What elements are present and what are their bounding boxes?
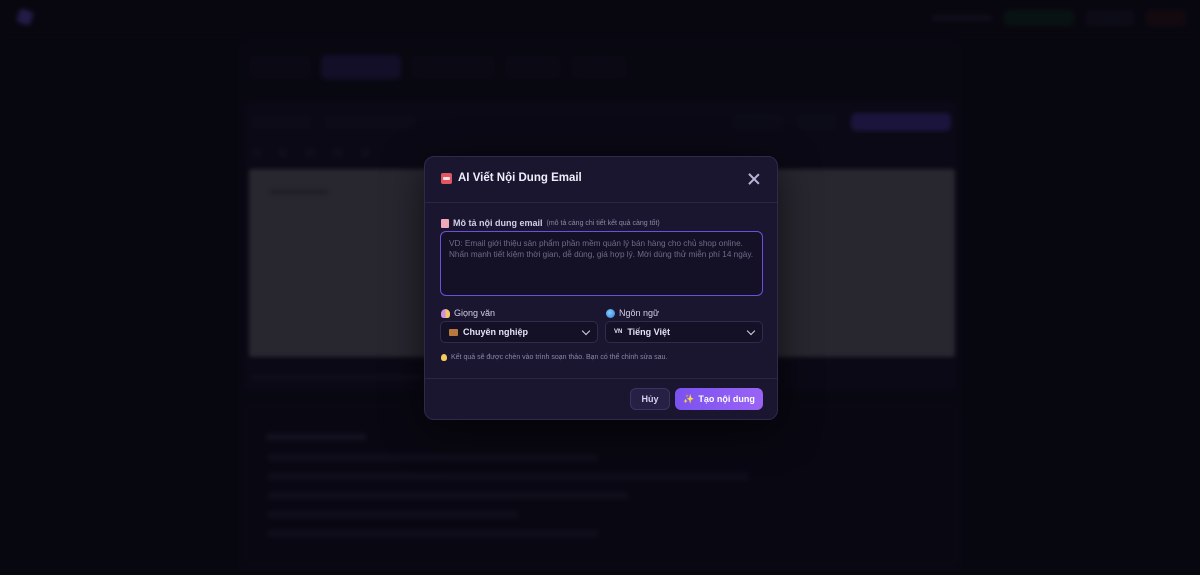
language-select-value: Tiếng Việt [627,327,671,337]
chevron-down-icon [581,326,591,336]
language-select[interactable]: VN Tiếng Việt [605,321,763,343]
modal-title-text: AI Viết Nội Dung Email [458,172,582,184]
modal-footer-divider [425,378,777,379]
modal-title: AI Viết Nội Dung Email [441,172,582,184]
language-label: Ngôn ngữ [606,308,659,318]
generate-button-label: Tạo nội dung [698,394,755,404]
tone-label: Giọng văn [441,308,495,318]
generate-content-button[interactable]: ✨ Tạo nội dung [675,388,763,410]
document-icon [441,218,449,228]
vn-flag: VN [614,329,623,335]
modal-header: AI Viết Nội Dung Email [425,157,777,203]
info-note: Kết quả sẽ được chèn vào trình soạn thảo… [441,354,667,361]
globe-icon [606,308,615,318]
tone-select-value: Chuyên nghiệp [463,327,528,337]
description-label-text: Mô tả nội dung email [453,218,543,228]
briefcase-icon [449,328,458,336]
tone-select[interactable]: Chuyên nghiệp [440,321,598,343]
mask-icon [441,308,450,318]
info-note-text: Kết quả sẽ được chèn vào trình soạn thảo… [451,354,668,361]
close-icon[interactable] [747,172,761,186]
description-hint: (mô tả càng chi tiết kết quả càng tốt) [546,219,660,227]
sparkle-icon: ✨ [683,393,695,404]
robot-icon [441,172,452,184]
language-label-text: Ngôn ngữ [619,308,660,318]
email-description-input[interactable] [440,231,763,296]
lightbulb-icon [441,354,447,361]
tone-label-text: Giọng văn [454,308,496,318]
ai-write-modal: AI Viết Nội Dung Email Mô tả nội dung em… [424,156,778,420]
cancel-button[interactable]: Hủy [630,388,670,410]
chevron-down-icon [746,326,756,336]
description-label: Mô tả nội dung email (mô tả càng chi tiế… [441,218,660,228]
